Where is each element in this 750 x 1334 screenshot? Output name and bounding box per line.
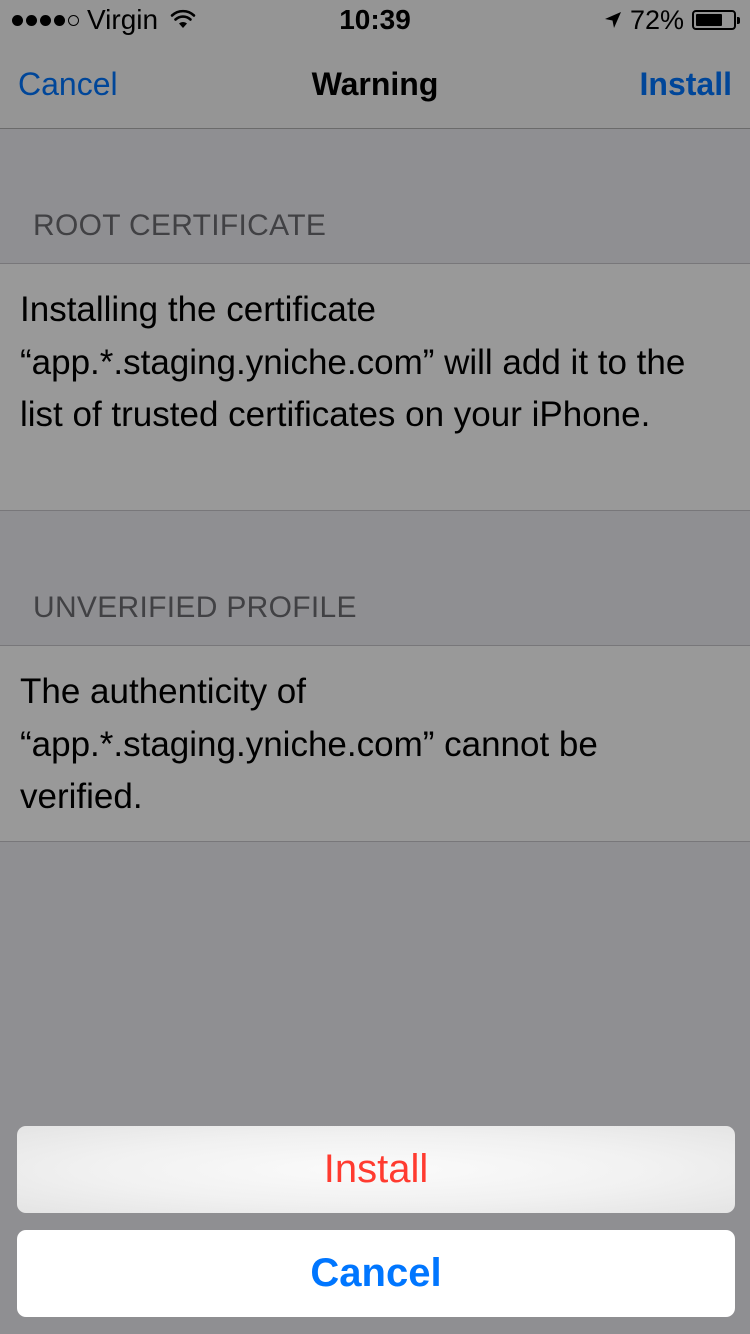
profile-warning-screen: Virgin 10:39 72% Cancel Warning Install … (0, 0, 750, 1334)
action-sheet-install-button[interactable]: Install (17, 1126, 735, 1213)
action-sheet-cancel-button[interactable]: Cancel (17, 1230, 735, 1317)
